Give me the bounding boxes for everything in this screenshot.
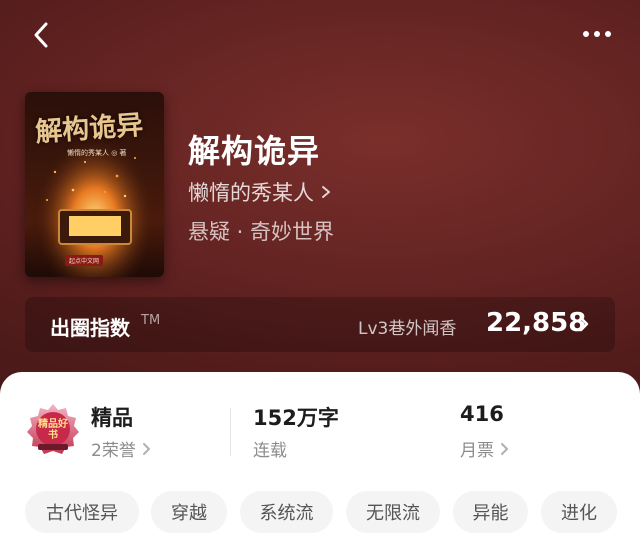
top-bar (0, 0, 640, 70)
tag-item[interactable]: 系统流 (240, 491, 333, 533)
tag-item[interactable]: 穿越 (151, 491, 227, 533)
honor-link[interactable]: 2荣誉 (91, 436, 154, 461)
cover-author: 懒惰的秀某人 ◎ 著 (67, 149, 127, 157)
author-name: 懒惰的秀某人 (188, 181, 314, 205)
tag-item[interactable]: 古代怪异 (25, 491, 139, 533)
fame-level: Lv3巷外闻香 (358, 319, 457, 339)
tag-item[interactable]: 进化 (541, 491, 617, 533)
cover-publisher: 起点中文网 (65, 255, 104, 266)
book-genre[interactable]: 悬疑 · 奇妙世界 (188, 216, 334, 246)
chevron-right-icon (142, 442, 150, 455)
book-cover[interactable]: 解构诡异 懒惰的秀某人 ◎ 著 起点中文网 (25, 92, 164, 277)
back-button[interactable] (28, 18, 56, 52)
fame-index-label: 出圈指数 (50, 316, 130, 340)
more-icon (583, 31, 611, 37)
author-link[interactable]: 懒惰的秀某人 (188, 177, 334, 207)
stat-divider (230, 408, 231, 456)
more-button[interactable] (580, 20, 616, 48)
badge-text: 精品好书 (38, 419, 68, 441)
tag-item[interactable]: 无限流 (346, 491, 440, 533)
honor-count: 2荣誉 (91, 441, 136, 461)
honor-title: 精品 (91, 406, 133, 430)
monthly-ticket-label: 月票 (460, 441, 494, 461)
quality-badge[interactable]: 精品好书 (26, 402, 80, 456)
word-count: 152万字 (253, 406, 339, 430)
tag-item[interactable]: 异能 (453, 491, 528, 533)
serial-status: 连载 (253, 441, 287, 461)
book-title: 解构诡异 (188, 132, 321, 170)
fame-index-value: 22,858 (486, 308, 587, 338)
chevron-right-icon (579, 316, 589, 332)
back-icon (34, 22, 48, 48)
monthly-ticket-link[interactable]: 月票 (460, 436, 512, 461)
fame-index-bar[interactable]: 出圈指数 TM Lv3巷外闻香 22,858 (25, 297, 615, 352)
chevron-right-icon (322, 186, 330, 198)
chevron-right-icon (501, 442, 508, 455)
monthly-ticket-count: 416 (460, 402, 504, 426)
trademark-mark: TM (141, 313, 161, 328)
